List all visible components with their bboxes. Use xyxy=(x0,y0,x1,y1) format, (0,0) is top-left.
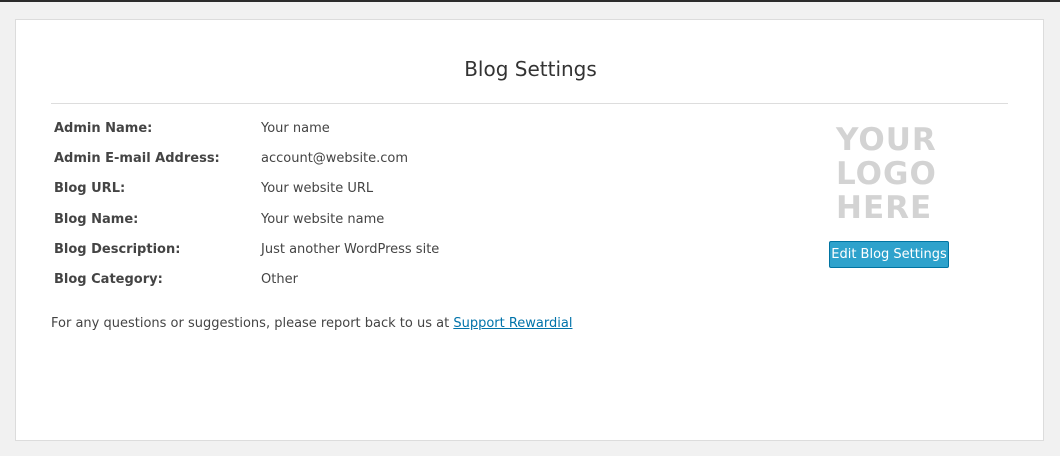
logo-placeholder: YOUR LOGO HERE xyxy=(836,123,944,225)
admin-name-value: Your name xyxy=(261,121,330,136)
blog-url-value: Your website URL xyxy=(261,181,374,196)
admin-name-label: Admin Name: xyxy=(54,121,153,136)
blog-category-label: Blog Category: xyxy=(54,272,163,287)
admin-top-bar xyxy=(0,0,1060,2)
blog-description-value: Just another WordPress site xyxy=(261,242,440,257)
admin-email-value: account@website.com xyxy=(261,151,409,166)
logo-line: LOGO xyxy=(836,156,937,192)
blog-description-label: Blog Description: xyxy=(54,242,181,257)
blog-category-value: Other xyxy=(261,272,298,287)
blog-name-label: Blog Name: xyxy=(54,212,139,227)
blog-name-value: Your website name xyxy=(261,212,385,227)
blog-settings-panel: Blog Settings Admin Name: Your name Admi… xyxy=(15,19,1044,441)
support-note: For any questions or suggestions, please… xyxy=(51,314,572,334)
title-divider xyxy=(51,103,1008,104)
admin-email-label: Admin E-mail Address: xyxy=(54,151,220,166)
blog-url-label: Blog URL: xyxy=(54,181,126,196)
logo-line: YOUR xyxy=(836,122,937,158)
edit-blog-settings-button[interactable]: Edit Blog Settings xyxy=(829,241,949,268)
support-rewardial-link[interactable]: Support Rewardial xyxy=(453,316,572,331)
page-title: Blog Settings xyxy=(464,57,597,81)
support-note-text: For any questions or suggestions, please… xyxy=(51,316,454,331)
logo-line: HERE xyxy=(836,190,933,226)
